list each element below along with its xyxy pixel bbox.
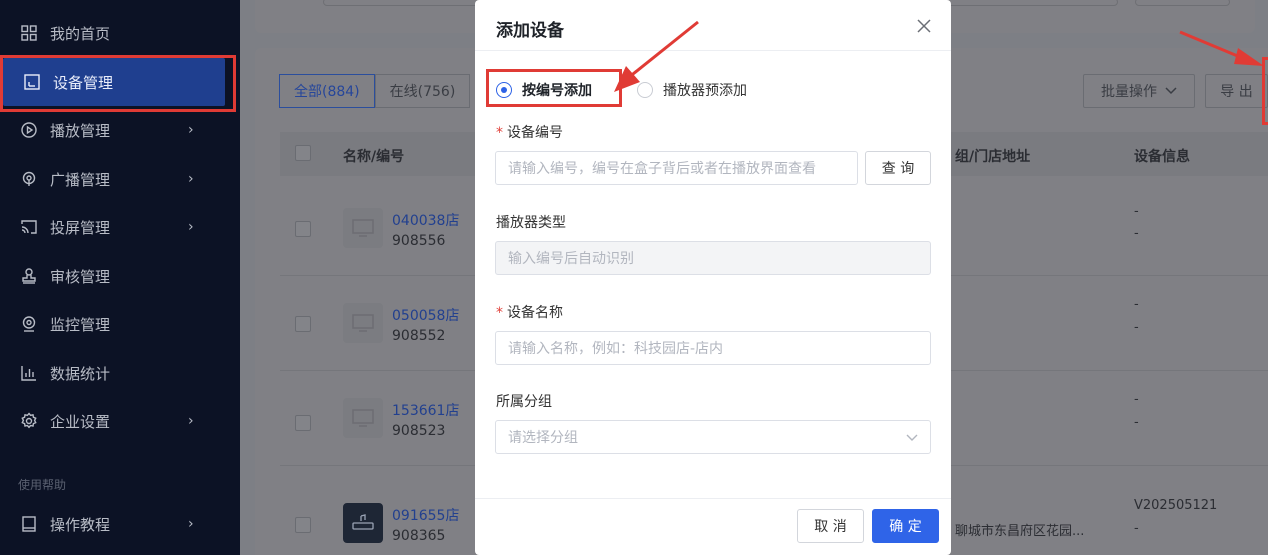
- header-name: 名称/编号: [343, 149, 405, 165]
- cancel-button[interactable]: 取 消: [797, 509, 864, 543]
- stamp-icon: [20, 267, 38, 285]
- status-tabs: 全部(884) 在线(756): [279, 74, 471, 108]
- tab-all[interactable]: 全部(884): [279, 74, 375, 108]
- sidebar-item-settings[interactable]: 企业设置 ›: [0, 397, 240, 445]
- device-code: 908556: [392, 233, 446, 249]
- annotation-arrow: [614, 20, 699, 92]
- player-type-label: 播放器类型: [496, 215, 566, 231]
- device-info: -: [1134, 226, 1139, 241]
- play-icon: [20, 121, 38, 139]
- book-icon: [20, 515, 38, 533]
- filter-box: [1135, 0, 1230, 6]
- close-icon[interactable]: [915, 17, 933, 35]
- sidebar-item-label: 我的首页: [50, 24, 111, 43]
- device-info: -: [1134, 521, 1139, 536]
- chevron-down-icon: [906, 434, 918, 441]
- device-info: -: [1134, 415, 1139, 430]
- monitor-icon: [352, 314, 374, 332]
- sidebar-item-label: 广播管理: [50, 170, 111, 189]
- device-info: V202505121: [1134, 498, 1218, 513]
- sidebar-item-review[interactable]: 审核管理: [0, 252, 240, 300]
- annotation-arrow: [1179, 30, 1264, 66]
- device-code: 908365: [392, 528, 446, 544]
- sidebar-item-broadcast[interactable]: 广播管理 ›: [0, 155, 240, 203]
- device-code-input[interactable]: 请输入编号，编号在盒子背后或者在播放界面查看: [495, 151, 858, 185]
- chart-icon: [20, 364, 38, 382]
- required-mark: *: [496, 305, 503, 321]
- sidebar-item-tutorial[interactable]: 操作教程 ›: [0, 500, 240, 548]
- device-code: 908523: [392, 423, 446, 439]
- label-text: 设备名称: [507, 305, 563, 321]
- sidebar-item-label: 数据统计: [50, 364, 111, 383]
- sidebar-item-home[interactable]: 我的首页: [0, 9, 240, 57]
- device-name-input[interactable]: 请输入名称，例如：科技园店-店内: [495, 331, 931, 365]
- device-name-link[interactable]: 091655店: [392, 505, 459, 525]
- sidebar-item-label: 企业设置: [50, 412, 111, 431]
- chevron-right-icon: ›: [188, 219, 194, 235]
- select-all-checkbox[interactable]: [295, 145, 311, 161]
- export-button[interactable]: 导 出: [1205, 74, 1268, 108]
- confirm-button[interactable]: 确 定: [872, 509, 939, 543]
- annotation-highlight-box: [486, 69, 622, 107]
- monitor-icon: [352, 219, 374, 237]
- sidebar-item-monitor[interactable]: 监控管理: [0, 300, 240, 348]
- group-select[interactable]: 请选择分组: [495, 420, 931, 454]
- device-name-label: * 设备名称: [496, 302, 563, 322]
- device-thumbnail: [343, 398, 383, 438]
- player-type-field: 输入编号后自动识别: [495, 241, 931, 275]
- device-info: -: [1134, 392, 1139, 407]
- annotation-highlight-box: [0, 55, 236, 112]
- store-address: 聊城市东昌府区花园...: [955, 524, 1085, 539]
- query-button[interactable]: 查 询: [865, 151, 931, 185]
- sidebar-item-playback[interactable]: 播放管理 ›: [0, 106, 240, 154]
- device-name-link[interactable]: 040038店: [392, 210, 459, 230]
- device-thumbnail: [343, 303, 383, 343]
- tab-online[interactable]: 在线(756): [374, 74, 471, 108]
- row-checkbox[interactable]: [295, 517, 311, 533]
- help-section-title: 使用帮助: [18, 478, 67, 492]
- row-checkbox[interactable]: [295, 316, 311, 332]
- sidebar-item-cast[interactable]: 投屏管理 ›: [0, 203, 240, 251]
- device-info: -: [1134, 297, 1139, 312]
- sidebar-item-label: 监控管理: [50, 315, 111, 334]
- group-label: 所属分组: [496, 394, 552, 410]
- header-info: 设备信息: [1134, 149, 1190, 165]
- player-box-icon: [352, 514, 374, 530]
- camera-icon: [20, 315, 38, 333]
- sidebar-item-label: 审核管理: [50, 267, 111, 286]
- sidebar-item-label: 投屏管理: [50, 218, 111, 237]
- dialog-divider: [475, 498, 951, 499]
- device-code-label: * 设备编号: [496, 122, 563, 142]
- device-info: -: [1134, 204, 1139, 219]
- batch-operation-button[interactable]: 批量操作: [1083, 74, 1195, 108]
- sidebar-item-label: 操作教程: [50, 515, 111, 534]
- sidebar-item-stats[interactable]: 数据统计: [0, 349, 240, 397]
- broadcast-icon: [20, 170, 38, 188]
- device-thumbnail: [343, 208, 383, 248]
- device-name-link[interactable]: 050058店: [392, 305, 459, 325]
- batch-operation-label: 批量操作: [1101, 84, 1157, 100]
- chevron-down-icon: [1165, 87, 1177, 95]
- sidebar-item-label: 播放管理: [50, 121, 111, 140]
- monitor-icon: [352, 409, 374, 427]
- label-text: 设备编号: [507, 125, 563, 141]
- device-name-link[interactable]: 153661店: [392, 400, 459, 420]
- chevron-right-icon: ›: [188, 516, 194, 532]
- device-info: -: [1134, 320, 1139, 335]
- chevron-right-icon: ›: [188, 171, 194, 187]
- dialog-title: 添加设备: [496, 21, 564, 41]
- chevron-right-icon: ›: [188, 413, 194, 429]
- chevron-right-icon: ›: [188, 122, 194, 138]
- row-checkbox[interactable]: [295, 415, 311, 431]
- dialog-divider: [475, 50, 951, 51]
- row-checkbox[interactable]: [295, 221, 311, 237]
- group-select-placeholder: 请选择分组: [508, 430, 578, 446]
- required-mark: *: [496, 125, 503, 141]
- gear-icon: [20, 412, 38, 430]
- header-address: 组/门店地址: [955, 149, 1031, 165]
- cast-icon: [20, 218, 38, 236]
- device-thumbnail: [343, 503, 383, 543]
- device-code: 908552: [392, 328, 446, 344]
- grid-icon: [20, 24, 38, 42]
